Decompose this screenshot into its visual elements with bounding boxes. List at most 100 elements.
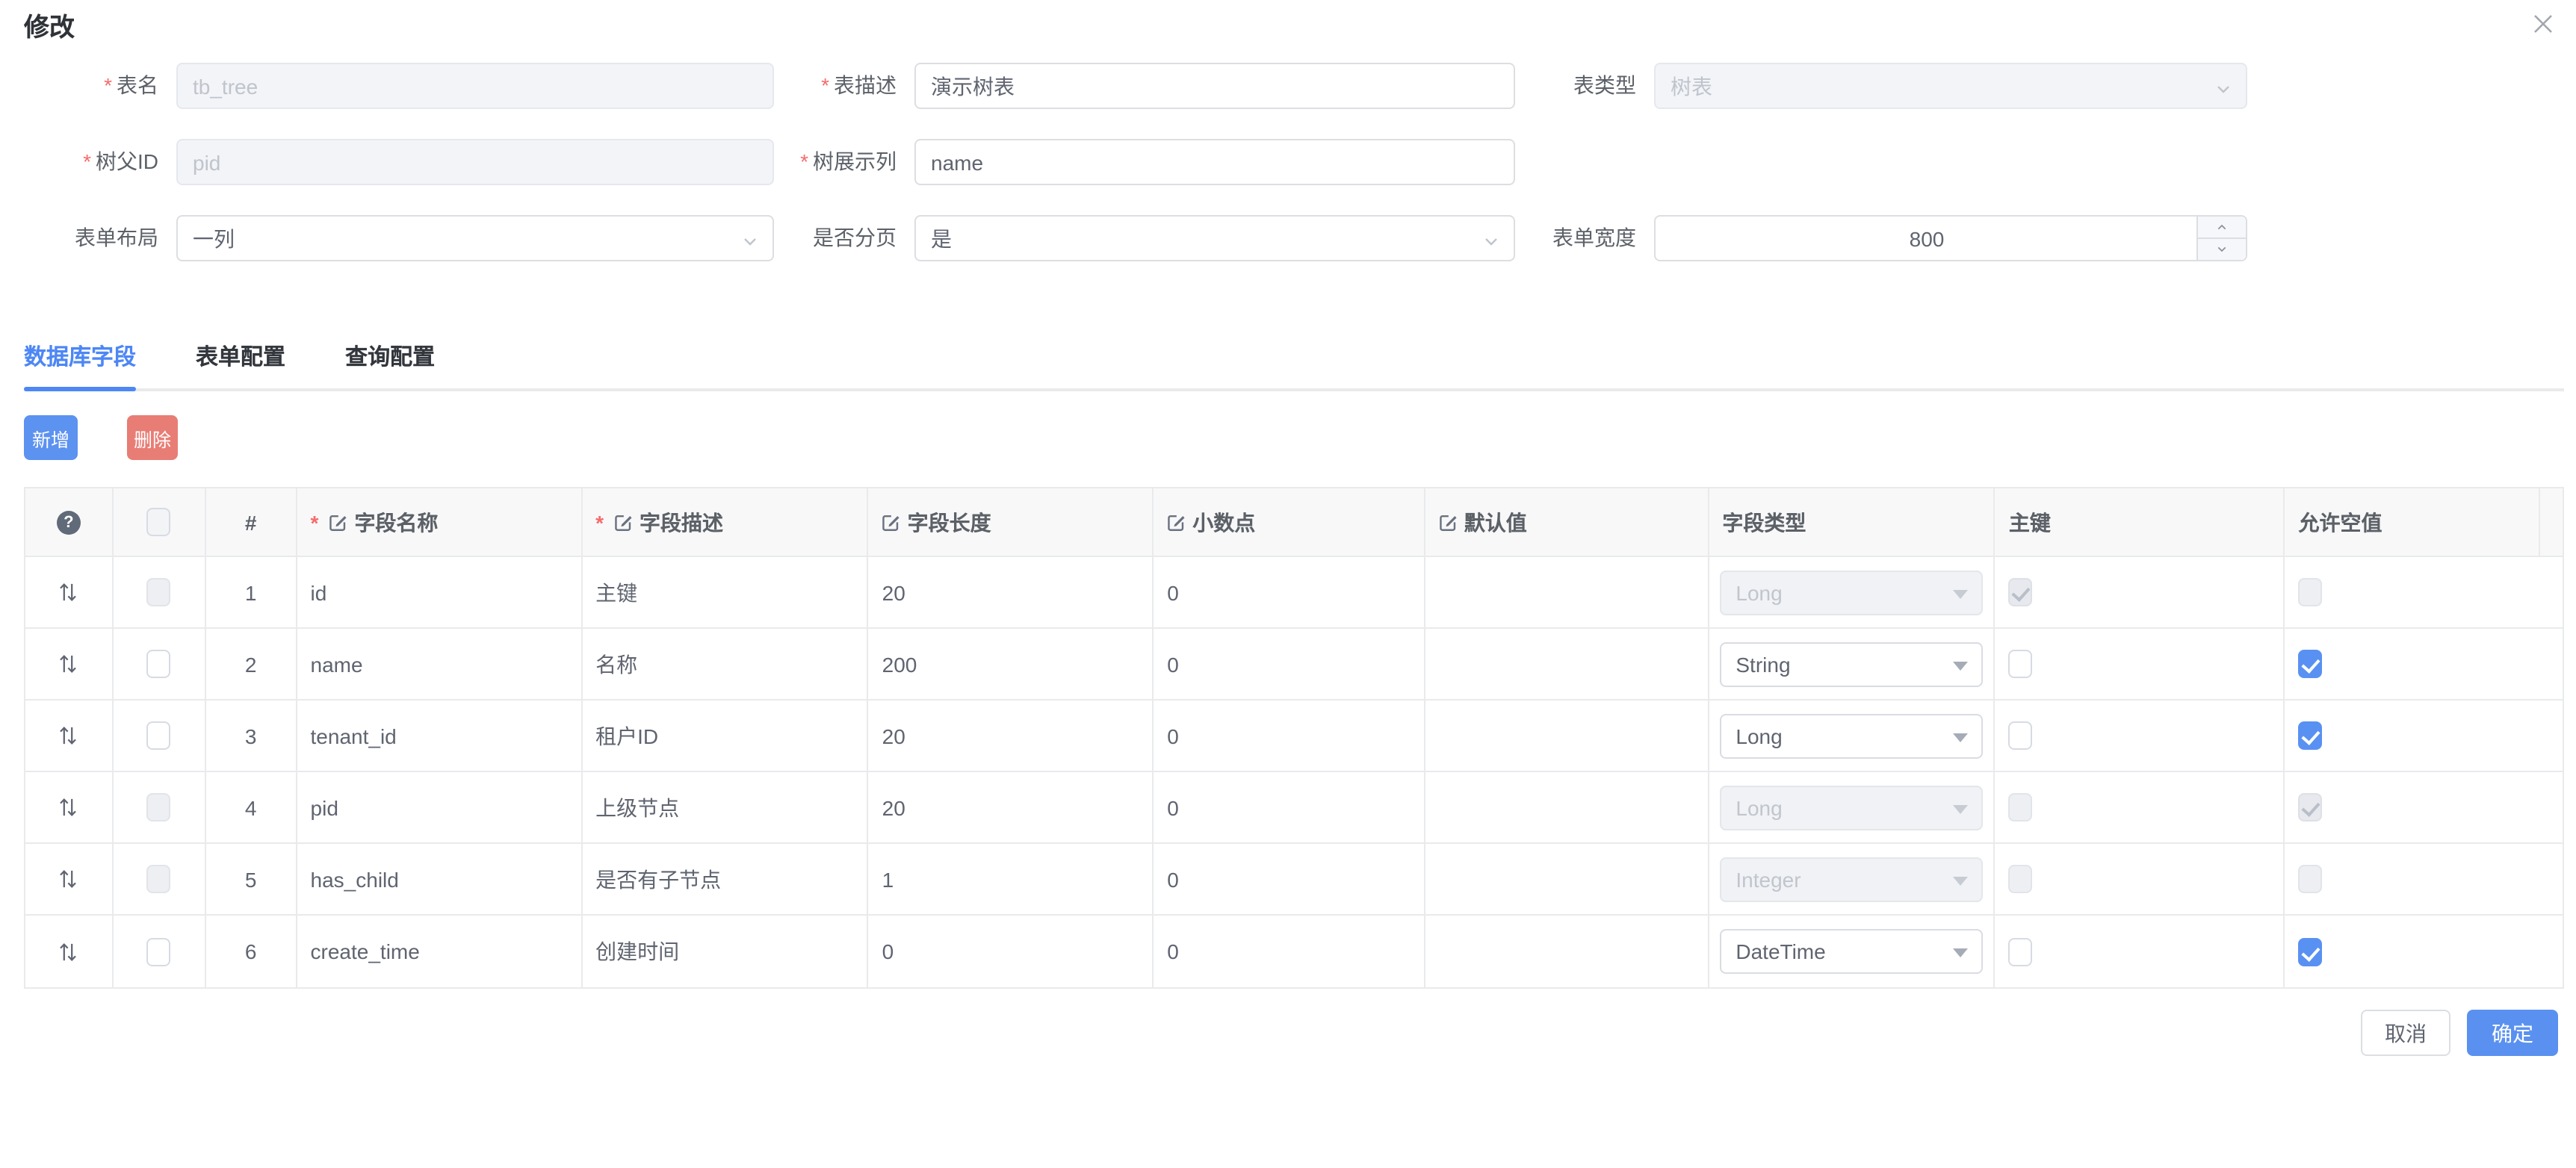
drag-sort-icon[interactable]: [59, 796, 78, 818]
spinner-up-button[interactable]: [2198, 217, 2246, 239]
field-desc-cell[interactable]: 是否有子节点: [582, 844, 869, 914]
primary-key-checkbox[interactable]: [2009, 650, 2033, 678]
field-name-cell[interactable]: id: [297, 557, 583, 627]
decimal-cell[interactable]: 0: [1154, 844, 1425, 914]
field-desc-cell[interactable]: 创建时间: [582, 916, 869, 987]
field-length-column-header: 字段长度: [869, 488, 1154, 556]
seq-cell: 5: [206, 844, 297, 914]
drag-sort-icon[interactable]: [59, 581, 78, 603]
drag-sort-icon[interactable]: [59, 940, 78, 963]
spinner-down-button[interactable]: [2198, 239, 2246, 260]
row-select-cell: [114, 701, 206, 771]
field-length-cell[interactable]: 0: [869, 916, 1154, 987]
seq-cell: 6: [206, 916, 297, 987]
select-all-checkbox[interactable]: [147, 508, 171, 536]
form-width-input[interactable]: 800: [1654, 215, 2247, 261]
pagination-select[interactable]: 是: [914, 215, 1515, 261]
default-value-cell[interactable]: [1425, 701, 1709, 771]
field-name-cell[interactable]: create_time: [297, 916, 583, 987]
field-label: 表描述: [834, 73, 897, 97]
field-name-cell[interactable]: pid: [297, 772, 583, 842]
required-asterisk: *: [311, 510, 319, 534]
field-length-cell[interactable]: 200: [869, 629, 1154, 699]
default-value-cell[interactable]: [1425, 557, 1709, 627]
default-value-column-header: 默认值: [1425, 488, 1709, 556]
form-item-form-width: 表单宽度 800: [1654, 215, 2247, 261]
row-checkbox[interactable]: [147, 937, 171, 966]
table-row: 4 pid 上级节点 20 0 Long: [25, 772, 2563, 844]
fields-table: ? # * 字段名称 * 字段描述 字段长度 小数点: [24, 487, 2564, 989]
default-value-cell[interactable]: [1425, 629, 1709, 699]
confirm-button[interactable]: 确定: [2467, 1010, 2558, 1056]
seq-column-header: #: [206, 488, 297, 556]
field-desc-cell[interactable]: 主键: [582, 557, 869, 627]
field-length-cell[interactable]: 1: [869, 844, 1154, 914]
table-desc-input[interactable]: 演示树表: [914, 63, 1515, 109]
allow-null-checkbox[interactable]: [2298, 937, 2322, 966]
row-checkbox[interactable]: [147, 721, 171, 750]
form-item-tree-parent-id: *树父ID pid: [176, 139, 774, 185]
drag-sort-icon[interactable]: [59, 653, 78, 675]
allow-null-checkbox[interactable]: [2298, 721, 2322, 750]
tab-form-config[interactable]: 表单配置: [196, 344, 285, 388]
select-all-column-header: [114, 488, 206, 556]
help-icon[interactable]: ?: [57, 510, 81, 534]
field-length-cell[interactable]: 20: [869, 557, 1154, 627]
primary-key-cell: [1996, 629, 2285, 699]
decimal-cell[interactable]: 0: [1154, 772, 1425, 842]
required-asterisk: *: [595, 510, 604, 534]
field-type-select[interactable]: DateTime: [1719, 929, 1982, 974]
primary-key-checkbox[interactable]: [2009, 937, 2033, 966]
decimal-cell[interactable]: 0: [1154, 701, 1425, 771]
field-length-cell[interactable]: 20: [869, 772, 1154, 842]
default-value-cell[interactable]: [1425, 772, 1709, 842]
form-item-tree-display-col: *树展示列 name: [914, 139, 1515, 185]
caret-down-icon: [1952, 804, 1967, 813]
required-asterisk: *: [821, 73, 829, 97]
caret-down-icon: [1952, 589, 1967, 598]
caret-down-icon: [1952, 948, 1967, 957]
field-type-select[interactable]: String: [1719, 642, 1982, 686]
add-button[interactable]: 新增: [24, 415, 78, 460]
cancel-button[interactable]: 取消: [2361, 1010, 2450, 1056]
row-checkbox[interactable]: [147, 650, 171, 678]
drag-handle-cell: [25, 629, 114, 699]
table-row: 1 id 主键 20 0 Long: [25, 557, 2563, 629]
field-name-cell[interactable]: has_child: [297, 844, 583, 914]
field-type-cell: String: [1709, 629, 1996, 699]
decimal-cell[interactable]: 0: [1154, 629, 1425, 699]
field-desc-cell[interactable]: 名称: [582, 629, 869, 699]
field-type-select[interactable]: Long: [1719, 713, 1982, 758]
field-name-cell[interactable]: name: [297, 629, 583, 699]
close-icon[interactable]: [2530, 10, 2557, 37]
tree-display-col-input[interactable]: name: [914, 139, 1515, 185]
default-value-cell[interactable]: [1425, 916, 1709, 987]
table-type-select: 树表: [1654, 63, 2247, 109]
table-body: 1 id 主键 20 0 Long: [25, 557, 2563, 987]
primary-key-checkbox[interactable]: [2009, 721, 2033, 750]
form-item-form-layout: 表单布局 一列: [176, 215, 774, 261]
field-desc-cell[interactable]: 租户ID: [582, 701, 869, 771]
field-type-column-header: 字段类型: [1709, 488, 1996, 556]
field-desc-cell[interactable]: 上级节点: [582, 772, 869, 842]
required-asterisk: *: [83, 149, 91, 173]
drag-sort-icon[interactable]: [59, 724, 78, 747]
row-checkbox: [147, 578, 171, 606]
tab-query-config[interactable]: 查询配置: [345, 344, 435, 388]
field-length-cell[interactable]: 20: [869, 701, 1154, 771]
allow-null-checkbox[interactable]: [2298, 650, 2322, 678]
tree-parent-id-input: pid: [176, 139, 774, 185]
primary-key-column-header: 主键: [1996, 488, 2285, 556]
field-name-cell[interactable]: tenant_id: [297, 701, 583, 771]
decimal-cell[interactable]: 0: [1154, 557, 1425, 627]
form-layout-select[interactable]: 一列: [176, 215, 774, 261]
row-select-cell: [114, 916, 206, 987]
decimal-cell[interactable]: 0: [1154, 916, 1425, 987]
delete-button[interactable]: 删除: [127, 415, 178, 460]
default-value-cell[interactable]: [1425, 844, 1709, 914]
row-checkbox: [147, 793, 171, 821]
field-label: 是否分页: [813, 226, 897, 249]
drag-sort-icon[interactable]: [59, 868, 78, 890]
allow-null-cell: [2285, 772, 2563, 842]
tab-database-fields[interactable]: 数据库字段: [24, 344, 136, 388]
